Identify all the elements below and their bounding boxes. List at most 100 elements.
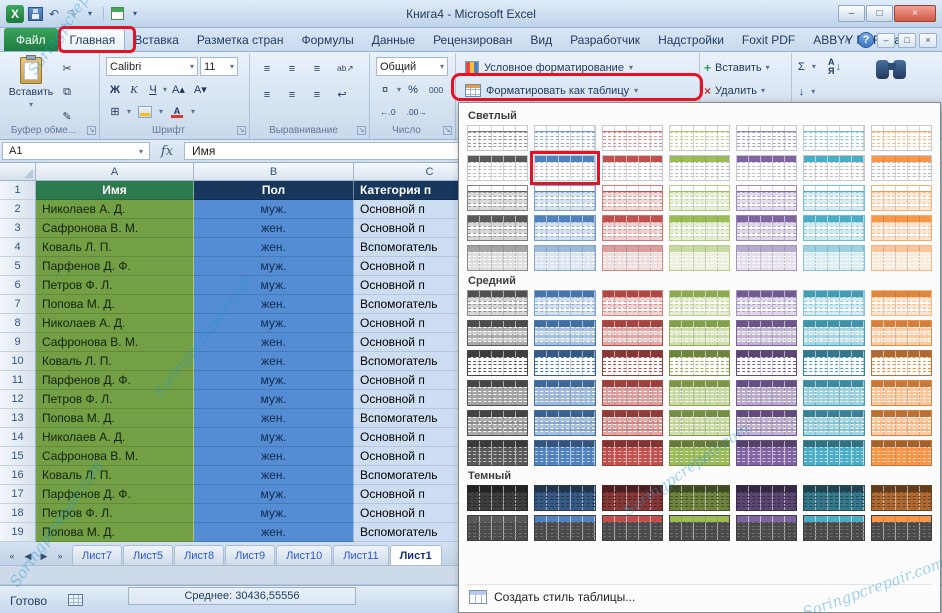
header-cell-gender[interactable]: Пол — [194, 181, 354, 200]
row-header[interactable]: 2 — [0, 200, 36, 219]
table-style-thumbnail[interactable] — [669, 185, 730, 211]
row-header[interactable]: 11 — [0, 371, 36, 390]
row-header[interactable]: 16 — [0, 466, 36, 485]
cell-gender[interactable]: жен. — [194, 333, 354, 352]
collapse-ribbon-icon[interactable]: ∧ — [839, 33, 855, 48]
qat-customize-icon[interactable]: ▾ — [83, 6, 97, 22]
table-style-thumbnail[interactable] — [669, 485, 730, 511]
cell-name[interactable]: Николаев А. Д. — [36, 200, 194, 219]
insert-function-button[interactable]: fx — [150, 140, 184, 162]
table-style-thumbnail[interactable] — [669, 290, 730, 316]
italic-button[interactable]: К — [125, 80, 143, 99]
cell-name[interactable]: Коваль Л. П. — [36, 466, 194, 485]
table-style-thumbnail[interactable] — [736, 185, 797, 211]
table-style-thumbnail[interactable] — [602, 155, 663, 181]
format-as-table-button[interactable]: Форматировать как таблицу ▾ — [460, 80, 643, 101]
table-style-thumbnail[interactable] — [871, 215, 932, 241]
workbook-minimize-button[interactable]: – — [877, 33, 895, 48]
cell-name[interactable]: Сафронова В. М. — [36, 333, 194, 352]
ribbon-tab-4[interactable]: Формулы — [292, 28, 362, 51]
font-name-combo[interactable]: Calibri ▾ — [106, 57, 198, 76]
workbook-restore-button[interactable]: □ — [898, 33, 916, 48]
table-style-thumbnail[interactable] — [736, 410, 797, 436]
row-header[interactable]: 6 — [0, 276, 36, 295]
row-header[interactable]: 13 — [0, 409, 36, 428]
orientation-icon[interactable]: ab↗ — [333, 59, 358, 78]
cell-name[interactable]: Сафронова В. М. — [36, 447, 194, 466]
table-style-thumbnail[interactable] — [534, 215, 595, 241]
table-style-thumbnail[interactable] — [669, 155, 730, 181]
cell-name[interactable]: Петров Ф. Л. — [36, 276, 194, 295]
table-style-thumbnail[interactable] — [736, 485, 797, 511]
cell-name[interactable]: Попова М. Д. — [36, 409, 194, 428]
ribbon-tab-7[interactable]: Вид — [521, 28, 561, 51]
table-style-thumbnail[interactable] — [871, 350, 932, 376]
table-style-thumbnail[interactable] — [736, 440, 797, 466]
table-style-thumbnail[interactable] — [602, 245, 663, 271]
cell-gender[interactable]: жен. — [194, 466, 354, 485]
decrease-decimal-icon[interactable]: .00→ — [403, 102, 431, 121]
table-style-thumbnail[interactable] — [803, 215, 864, 241]
macro-record-icon[interactable] — [68, 594, 83, 606]
table-style-thumbnail[interactable] — [669, 440, 730, 466]
number-dialog-launcher[interactable]: ↘ — [443, 126, 452, 135]
first-sheet-icon[interactable]: « — [4, 547, 20, 565]
table-style-thumbnail[interactable] — [669, 410, 730, 436]
save-icon[interactable] — [28, 6, 43, 22]
table-style-thumbnail[interactable] — [534, 320, 595, 346]
table-style-thumbnail[interactable] — [467, 290, 528, 316]
sheet-tab-Лист1[interactable]: Лист1 — [390, 545, 442, 565]
table-style-thumbnail[interactable] — [803, 185, 864, 211]
fill-color-dropdown-icon[interactable]: ▾ — [159, 107, 163, 116]
new-table-style-item[interactable]: Создать стиль таблицы... — [467, 584, 932, 606]
table-style-thumbnail[interactable] — [467, 440, 528, 466]
table-style-thumbnail[interactable] — [736, 215, 797, 241]
table-style-thumbnail[interactable] — [803, 290, 864, 316]
percent-format-icon[interactable]: % — [404, 80, 422, 99]
table-style-thumbnail[interactable] — [736, 245, 797, 271]
table-style-thumbnail[interactable] — [534, 515, 595, 541]
cut-icon[interactable]: ✂ — [58, 59, 76, 78]
cell-gender[interactable]: жен. — [194, 238, 354, 257]
table-style-thumbnail[interactable] — [669, 245, 730, 271]
cell-name[interactable]: Петров Ф. Л. — [36, 390, 194, 409]
table-style-thumbnail[interactable] — [803, 485, 864, 511]
next-sheet-icon[interactable]: ▶ — [36, 547, 52, 565]
table-style-thumbnail[interactable] — [803, 515, 864, 541]
table-style-thumbnail[interactable] — [602, 440, 663, 466]
borders-dropdown-icon[interactable]: ▾ — [127, 107, 131, 116]
cell-gender[interactable]: муж. — [194, 257, 354, 276]
table-style-thumbnail[interactable] — [602, 410, 663, 436]
sheet-tab-Лист8[interactable]: Лист8 — [174, 545, 224, 565]
table-style-thumbnail[interactable] — [803, 155, 864, 181]
table-style-thumbnail[interactable] — [534, 485, 595, 511]
align-center-icon[interactable]: ≡ — [283, 85, 301, 104]
table-style-thumbnail[interactable] — [602, 485, 663, 511]
table-style-thumbnail[interactable] — [602, 320, 663, 346]
workbook-close-button[interactable]: × — [919, 33, 937, 48]
table-style-thumbnail[interactable] — [871, 410, 932, 436]
table-style-thumbnail[interactable] — [871, 245, 932, 271]
ribbon-tab-3[interactable]: Разметка стран — [188, 28, 293, 51]
paste-button[interactable]: Вставить ▾ — [8, 57, 54, 109]
font-color-button[interactable]: А — [166, 102, 188, 121]
ribbon-tab-10[interactable]: Foxit PDF — [733, 28, 804, 51]
font-dialog-launcher[interactable]: ↘ — [237, 126, 246, 135]
table-style-thumbnail[interactable] — [736, 155, 797, 181]
grow-font-button[interactable]: А▴ — [168, 80, 189, 99]
align-right-icon[interactable]: ≡ — [308, 85, 326, 104]
align-left-icon[interactable]: ≡ — [258, 85, 276, 104]
column-header-a[interactable]: A — [36, 163, 194, 181]
clipboard-dialog-launcher[interactable]: ↘ — [87, 126, 96, 135]
table-style-thumbnail[interactable] — [871, 380, 932, 406]
table-style-thumbnail[interactable] — [534, 290, 595, 316]
sort-filter-button[interactable]: АЯ ↓ — [828, 58, 841, 76]
table-style-thumbnail[interactable] — [669, 515, 730, 541]
cell-gender[interactable]: жен. — [194, 523, 354, 542]
cell-name[interactable]: Коваль Л. П. — [36, 352, 194, 371]
table-style-thumbnail[interactable] — [803, 320, 864, 346]
qat-overflow-icon[interactable]: ▾ — [128, 6, 142, 22]
thousands-format-icon[interactable]: 000 — [425, 80, 447, 99]
table-style-thumbnail[interactable] — [467, 215, 528, 241]
table-style-thumbnail[interactable] — [534, 380, 595, 406]
